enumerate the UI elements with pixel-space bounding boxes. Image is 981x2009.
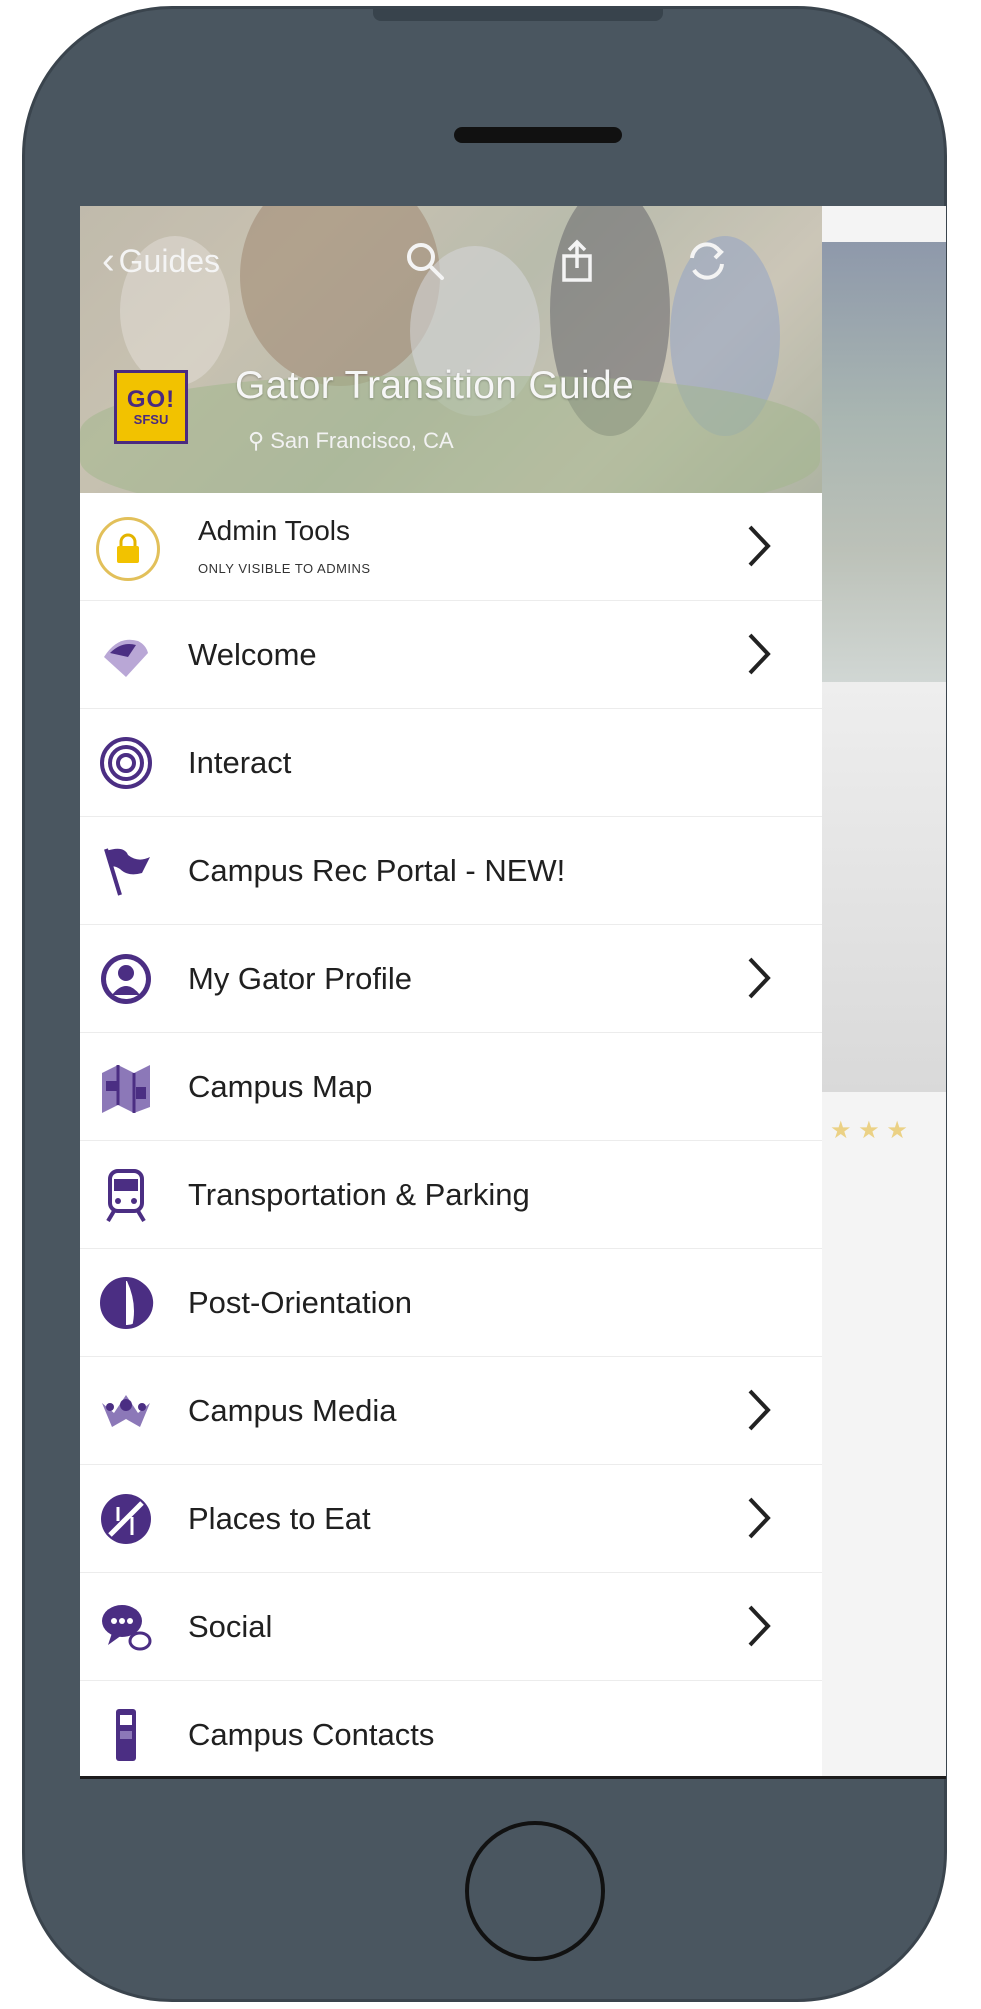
phone-speaker (454, 127, 622, 143)
screen-bottom-edge (80, 1776, 946, 1779)
phone-screen: ★ ★ ★ ‹ Guides GO! SFSU Gator Transition… (80, 206, 946, 1776)
home-button[interactable] (465, 1821, 605, 1961)
guide-location: ⚲ San Francisco, CA (248, 428, 454, 454)
menu-item-label: Admin Tools (198, 515, 351, 546)
phone-top-edge (373, 9, 663, 21)
map-icon (102, 1065, 150, 1113)
menu-item-label: Campus Media (188, 1392, 397, 1428)
background-photo-secondary (822, 682, 946, 1092)
chevron-right-icon (748, 525, 771, 567)
menu-item-campus-rec-portal[interactable]: Campus Rec Portal - NEW! (80, 817, 822, 925)
back-button-label: Guides (118, 242, 221, 279)
menu-item-label: Interact (188, 744, 292, 780)
search-icon[interactable] (402, 238, 448, 284)
menu-item-campus-contacts[interactable]: Campus Contacts (80, 1681, 822, 1776)
menu-item-label: Campus Contacts (188, 1716, 435, 1752)
menu-item-my-gator-profile[interactable]: My Gator Profile (80, 925, 822, 1033)
app-logo-bottom: SFSU (133, 412, 169, 427)
chevron-right-icon (748, 957, 771, 999)
background-photo (822, 242, 946, 682)
back-button[interactable]: ‹ Guides (102, 242, 220, 280)
chevron-right-icon (748, 1497, 771, 1539)
menu-item-welcome[interactable]: Welcome (80, 601, 822, 709)
chevron-left-icon: ‹ (102, 240, 115, 282)
media-icon (102, 1395, 150, 1427)
app-logo-top: GO! (126, 386, 176, 413)
lock-icon (96, 517, 160, 581)
menu-item-label: Transportation & Parking (188, 1176, 530, 1212)
background-content-peek: ★ ★ ★ (822, 206, 946, 1776)
no-food-icon (101, 1494, 151, 1544)
half-circle-icon (100, 1277, 154, 1329)
menu-item-label: Places to Eat (188, 1500, 371, 1536)
welcome-icon (104, 639, 148, 677)
menu-item-label: Welcome (188, 636, 317, 672)
menu-item-interact[interactable]: Interact (80, 709, 822, 817)
side-menu: Admin Tools ONLY VISIBLE TO ADMINS Welco… (80, 493, 822, 1776)
menu-item-places-to-eat[interactable]: Places to Eat (80, 1465, 822, 1573)
location-pin-icon: ⚲ (248, 428, 271, 453)
menu-item-campus-map[interactable]: Campus Map (80, 1033, 822, 1141)
menu-item-admin-tools[interactable]: Admin Tools ONLY VISIBLE TO ADMINS (80, 493, 822, 601)
rating-stars: ★ ★ ★ (830, 1117, 908, 1144)
menu-item-label: Post-Orientation (188, 1284, 412, 1320)
menu-item-label: Campus Map (188, 1068, 373, 1104)
interact-icon (100, 737, 152, 789)
phone-icon (116, 1709, 136, 1761)
app-logo: GO! SFSU (114, 370, 188, 444)
chevron-right-icon (748, 1389, 771, 1431)
guide-title: Gator Transition Guide (235, 364, 634, 407)
menu-item-campus-media[interactable]: Campus Media (80, 1357, 822, 1465)
guide-location-text: San Francisco, CA (270, 428, 454, 453)
menu-item-post-orientation[interactable]: Post-Orientation (80, 1249, 822, 1357)
sync-icon[interactable] (684, 238, 730, 284)
train-icon (106, 1169, 146, 1223)
chevron-right-icon (748, 633, 771, 675)
menu-item-transportation-parking[interactable]: Transportation & Parking (80, 1141, 822, 1249)
menu-item-label: Campus Rec Portal - NEW! (188, 852, 566, 888)
menu-item-social[interactable]: Social (80, 1573, 822, 1681)
chat-icon (102, 1605, 152, 1651)
flag-icon (104, 848, 150, 896)
share-icon[interactable] (554, 238, 600, 284)
menu-item-sublabel: ONLY VISIBLE TO ADMINS (198, 561, 371, 576)
menu-item-label: My Gator Profile (188, 960, 412, 996)
menu-item-label: Social (188, 1608, 273, 1644)
profile-icon (101, 954, 151, 1004)
chevron-right-icon (748, 1605, 771, 1647)
